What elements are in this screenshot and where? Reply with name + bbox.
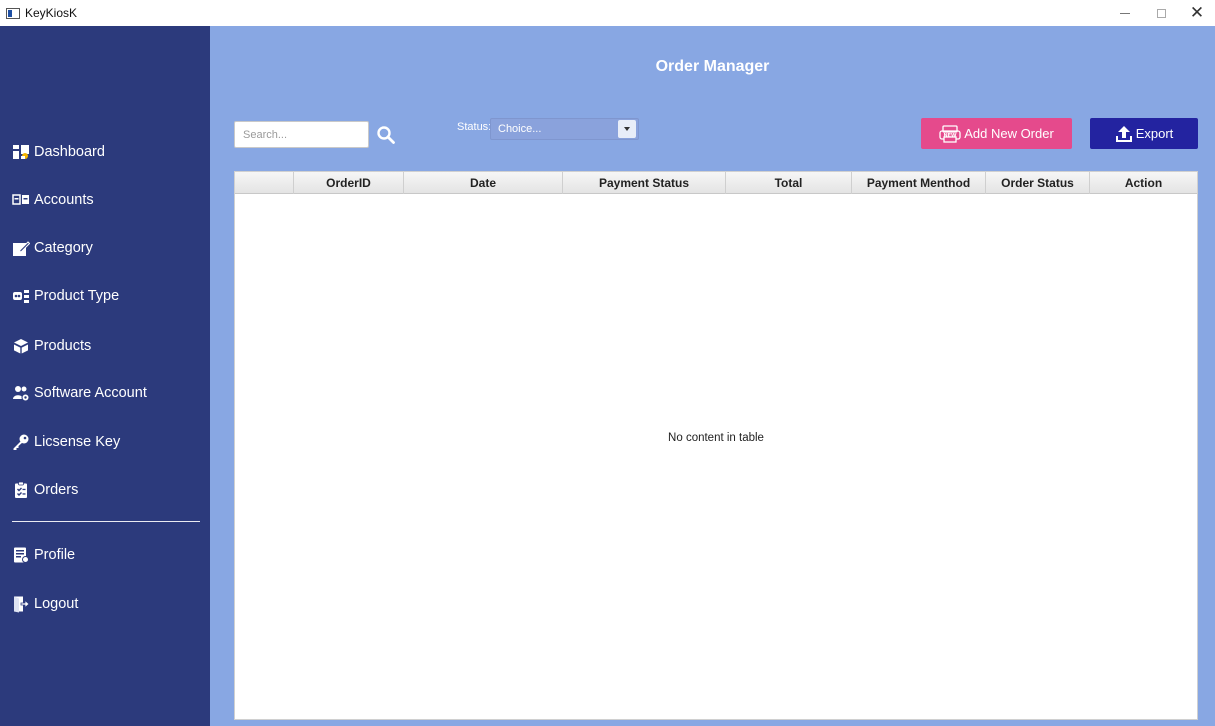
sidebar: Dashboard Accounts Category Product Type… <box>0 26 210 726</box>
maximize-icon <box>1156 8 1166 18</box>
sidebar-item-label: Profile <box>34 547 76 563</box>
orders-table: OrderID Date Payment Status Total Paymen… <box>234 171 1198 720</box>
column-header-payment-method[interactable]: Payment Menthod <box>852 172 986 194</box>
column-header-orderid[interactable]: OrderID <box>294 172 404 194</box>
product-type-icon <box>12 287 30 305</box>
sidebar-item-dashboard[interactable]: Dashboard <box>12 140 105 164</box>
sidebar-item-label: Orders <box>34 482 79 498</box>
sidebar-item-software-account[interactable]: Software Account <box>12 381 147 405</box>
upload-icon <box>1115 125 1133 143</box>
sidebar-item-label: Dashboard <box>34 144 105 160</box>
dashboard-icon <box>12 143 30 161</box>
export-button[interactable]: Export <box>1090 118 1198 149</box>
column-header-action[interactable]: Action <box>1090 172 1197 194</box>
profile-icon <box>12 546 30 564</box>
new-order-icon: NEW <box>939 124 961 143</box>
status-dropdown[interactable]: Choice... <box>490 118 639 140</box>
add-new-order-label: Add New Order <box>964 126 1054 141</box>
sidebar-item-label: Product Type <box>34 288 120 304</box>
column-header-total[interactable]: Total <box>726 172 852 194</box>
column-header-date[interactable]: Date <box>404 172 563 194</box>
window-controls: ✕ <box>1107 0 1215 26</box>
sidebar-item-product-type[interactable]: Product Type <box>12 284 119 308</box>
sidebar-divider <box>12 521 200 522</box>
key-icon <box>12 433 30 451</box>
logout-icon <box>12 595 30 613</box>
close-button[interactable]: ✕ <box>1179 0 1215 26</box>
column-header-order-status[interactable]: Order Status <box>986 172 1090 194</box>
sidebar-item-label: Software Account <box>34 385 147 401</box>
search-icon <box>377 126 395 144</box>
column-header-payment-status[interactable]: Payment Status <box>563 172 726 194</box>
export-label: Export <box>1135 126 1174 141</box>
empty-table-message: No content in table <box>668 432 764 444</box>
sidebar-item-label: Logout <box>34 596 79 612</box>
status-label: Status: <box>457 121 492 133</box>
sidebar-item-orders[interactable]: Orders <box>12 478 78 502</box>
products-icon <box>12 337 30 355</box>
svg-text:NEW: NEW <box>944 133 958 139</box>
minimize-icon <box>1120 12 1130 14</box>
sidebar-item-label: Licsense Key <box>34 434 121 450</box>
page-title: Order Manager <box>655 58 770 75</box>
column-header-select[interactable] <box>235 172 294 194</box>
minimize-button[interactable] <box>1107 0 1143 26</box>
orders-icon <box>12 481 30 499</box>
maximize-button[interactable] <box>1143 0 1179 26</box>
status-selected-value: Choice... <box>498 123 542 135</box>
app-icon <box>6 7 20 19</box>
search-input[interactable] <box>234 121 369 148</box>
sidebar-item-accounts[interactable]: Accounts <box>12 188 94 212</box>
sidebar-item-label: Accounts <box>34 192 94 208</box>
software-account-icon <box>12 384 30 402</box>
sidebar-item-logout[interactable]: Logout <box>12 592 78 616</box>
accounts-icon <box>12 191 30 209</box>
category-icon <box>12 239 30 257</box>
sidebar-item-profile[interactable]: Profile <box>12 543 75 567</box>
add-new-order-button[interactable]: NEW Add New Order <box>921 118 1072 149</box>
sidebar-item-license-key[interactable]: Licsense Key <box>12 430 120 454</box>
window-titlebar: KeyKiosK ✕ <box>0 0 1215 26</box>
main-panel: Order Manager Status: Choice... NEW Add … <box>210 26 1215 726</box>
window-title: KeyKiosK <box>25 6 78 20</box>
search-button[interactable] <box>373 122 399 148</box>
sidebar-item-products[interactable]: Products <box>12 334 91 358</box>
sidebar-item-label: Products <box>34 338 92 354</box>
table-header: OrderID Date Payment Status Total Paymen… <box>235 172 1197 194</box>
sidebar-item-category[interactable]: Category <box>12 236 93 260</box>
chevron-down-icon <box>618 120 636 138</box>
sidebar-item-label: Category <box>34 240 93 256</box>
